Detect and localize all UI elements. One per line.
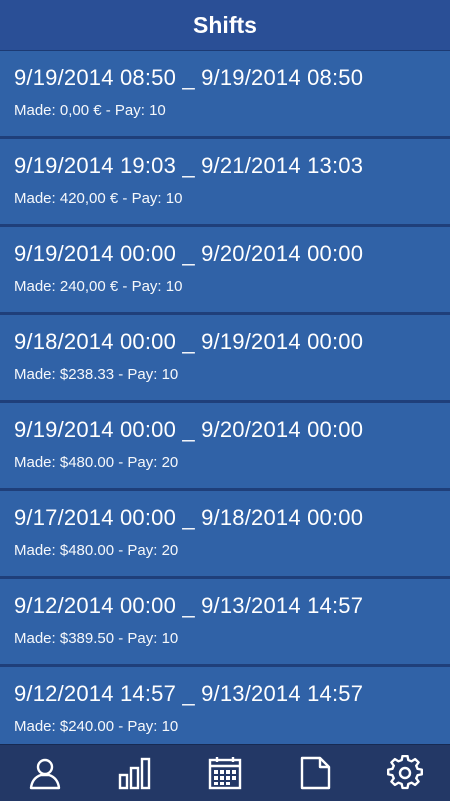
shift-earnings: Made: $389.50 - Pay: 10	[14, 630, 179, 647]
page-title: Shifts	[193, 11, 257, 38]
shift-date-range: 9/19/2014 00:00 _ 9/20/2014 00:00	[14, 241, 364, 266]
shift-list-item[interactable]: 9/12/2014 00:00 _ 9/13/2014 14:57 Made: …	[0, 579, 450, 667]
nav-stats-button[interactable]	[100, 745, 170, 801]
shift-list-item[interactable]: 9/19/2014 08:50 _ 9/19/2014 08:50 Made: …	[0, 51, 450, 139]
shift-date-range: 9/17/2014 00:00 _ 9/18/2014 00:00	[14, 505, 364, 530]
nav-reports-button[interactable]	[280, 745, 350, 801]
shift-date-range: 9/12/2014 00:00 _ 9/13/2014 14:57	[14, 593, 364, 618]
shift-list-item[interactable]: 9/17/2014 00:00 _ 9/18/2014 00:00 Made: …	[0, 491, 450, 579]
settings-gear-icon	[387, 755, 423, 790]
shift-earnings: Made: 420,00 € - Pay: 10	[14, 190, 183, 207]
document-icon	[300, 756, 331, 790]
shift-date-range: 9/19/2014 00:00 _ 9/20/2014 00:00	[14, 417, 364, 442]
user-icon	[29, 758, 61, 790]
shift-list[interactable]: 9/19/2014 08:50 _ 9/19/2014 08:50 Made: …	[0, 51, 450, 744]
shift-earnings: Made: $480.00 - Pay: 20	[14, 542, 179, 559]
nav-settings-button[interactable]	[370, 745, 440, 801]
shift-earnings: Made: $480.00 - Pay: 20	[14, 454, 179, 471]
shift-list-item[interactable]: 9/19/2014 19:03 _ 9/21/2014 13:03 Made: …	[0, 139, 450, 227]
bar-chart-icon	[118, 757, 151, 790]
shift-list-item[interactable]: 9/18/2014 00:00 _ 9/19/2014 00:00 Made: …	[0, 315, 450, 403]
shift-date-range: 9/19/2014 08:50 _ 9/19/2014 08:50	[14, 65, 364, 90]
shift-earnings: Made: 240,00 € - Pay: 10	[14, 278, 183, 295]
calendar-icon	[208, 757, 242, 790]
shift-list-item[interactable]: 9/19/2014 00:00 _ 9/20/2014 00:00 Made: …	[0, 227, 450, 315]
shift-date-range: 9/18/2014 00:00 _ 9/19/2014 00:00	[14, 329, 364, 354]
nav-profile-button[interactable]	[10, 745, 80, 801]
nav-calendar-button[interactable]	[190, 745, 260, 801]
bottom-navigation	[0, 744, 450, 801]
shift-date-range: 9/19/2014 19:03 _ 9/21/2014 13:03	[14, 153, 364, 178]
shift-earnings: Made: $240.00 - Pay: 10	[14, 718, 179, 735]
shift-list-item[interactable]: 9/19/2014 00:00 _ 9/20/2014 00:00 Made: …	[0, 403, 450, 491]
shift-earnings: Made: $238.33 - Pay: 10	[14, 366, 179, 383]
header-bar: Shifts	[0, 0, 450, 51]
shift-list-item[interactable]: 9/12/2014 14:57 _ 9/13/2014 14:57 Made: …	[0, 667, 450, 744]
shift-date-range: 9/12/2014 14:57 _ 9/13/2014 14:57	[14, 681, 364, 706]
shift-earnings: Made: 0,00 € - Pay: 10	[14, 102, 166, 119]
